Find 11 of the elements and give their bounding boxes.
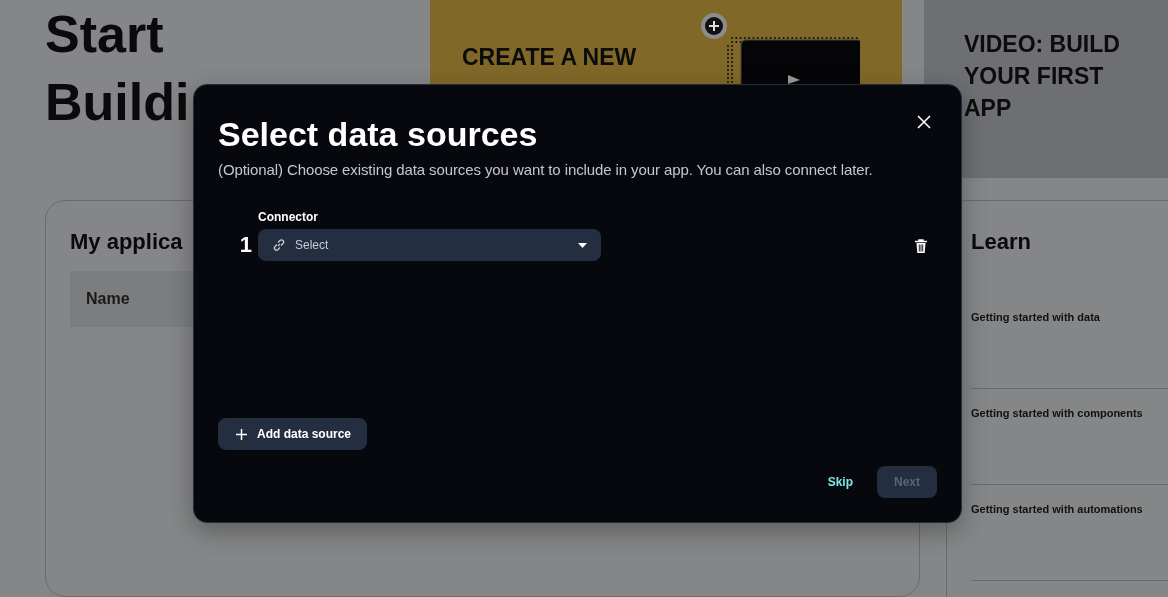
field-label: Connector xyxy=(258,210,319,224)
page-heading: Buildi xyxy=(45,72,190,133)
card-title: VIDEO: BUILD YOUR FIRST APP xyxy=(964,30,1121,123)
dialog-subtitle: (Optional) Choose existing data sources you want to include in your app. You can also connect later. xyxy=(218,161,874,178)
card-title: CREATE A NEW xyxy=(462,44,638,71)
row-number: 1 xyxy=(239,231,253,259)
panel-title: My applica xyxy=(70,229,183,255)
dialog-title: Select data sources xyxy=(218,114,538,155)
panel-title: Learn xyxy=(971,229,1031,255)
page-heading: Start xyxy=(45,4,164,65)
column-header: Name xyxy=(86,290,130,308)
